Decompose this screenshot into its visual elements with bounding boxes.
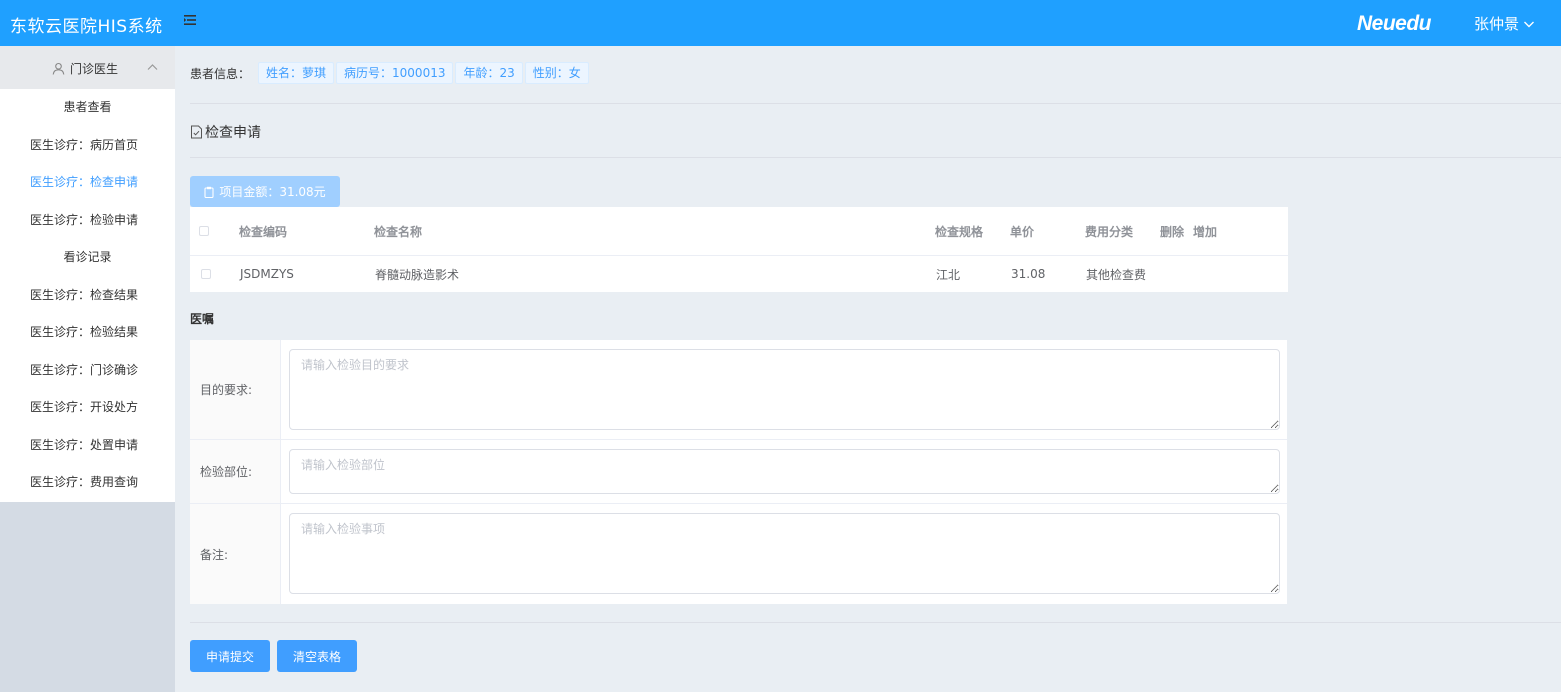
delete-link[interactable]: 删除	[1160, 207, 1184, 255]
notes-label: 备注:	[190, 504, 281, 604]
sidebar-item[interactable]: 医生诊疗：检查结果	[0, 277, 175, 315]
sidebar-item[interactable]: 医生诊疗：处置申请	[0, 427, 175, 465]
patient-record-tag: 病历号：1000013	[336, 62, 454, 84]
top-header: 东软云医院HIS系统 Neuedu 张仲景	[0, 0, 1561, 46]
advice-form: 目的要求: 检验部位: 备注:	[190, 340, 1287, 604]
sidebar-item[interactable]: 医生诊疗：检查申请	[0, 164, 175, 202]
user-name: 张仲景	[1474, 15, 1520, 33]
patient-info-label: 患者信息：	[190, 66, 251, 81]
sidebar-item[interactable]: 医生诊疗：开设处方	[0, 389, 175, 427]
clipboard-icon	[204, 186, 214, 198]
user-menu[interactable]: 张仲景	[1474, 13, 1535, 34]
col-header-fee-type: 费用分类	[1085, 224, 1134, 239]
main-content: 患者信息： 姓名：萝琪 病历号：1000013 年龄：23 性别：女 检查申请 …	[175, 46, 1561, 692]
document-check-icon	[191, 125, 202, 139]
site-row: 检验部位:	[190, 440, 1287, 504]
notes-row: 备注:	[190, 504, 1287, 604]
cell-fee-type: 其他检查费	[1086, 267, 1147, 282]
section-title: 检查申请	[190, 122, 261, 142]
sidebar-item[interactable]: 医生诊疗：门诊确诊	[0, 352, 175, 390]
menu-toggle-icon[interactable]	[183, 13, 197, 27]
add-link[interactable]: 增加	[1193, 207, 1217, 255]
cell-spec: 江北	[936, 267, 961, 282]
sidebar-item[interactable]: 看诊记录	[0, 239, 175, 277]
project-amount-label: 项目金额：31.08元	[219, 185, 326, 199]
sidebar-group-label: 门诊医生	[70, 62, 119, 76]
clear-table-button[interactable]: 清空表格	[277, 640, 357, 672]
col-header-code: 检查编码	[239, 224, 288, 239]
project-amount-button[interactable]: 项目金额：31.08元	[190, 176, 340, 207]
sidebar-menu: 患者查看 医生诊疗：病历首页 医生诊疗：检查申请 医生诊疗：检验申请 看诊记录 医生诊疗：…	[0, 89, 175, 502]
sidebar-item[interactable]: 医生诊疗：费用查询	[0, 464, 175, 502]
exam-table: 检查编码 检查名称 检查规格 单价 费用分类 删除 增加 JSDMZYS 脊髓动…	[190, 207, 1288, 292]
table-row: JSDMZYS 脊髓动脉造影术 江北 31.08 其他检查费	[190, 256, 1288, 292]
col-header-name: 检查名称	[374, 224, 423, 239]
app-title: 东软云医院HIS系统	[10, 17, 163, 37]
brand-logo: Neuedu	[1357, 12, 1432, 35]
purpose-label: 目的要求:	[190, 340, 281, 439]
sidebar-item[interactable]: 医生诊疗：检验申请	[0, 202, 175, 240]
cell-name: 脊髓动脉造影术	[375, 267, 460, 282]
site-textarea[interactable]	[289, 449, 1280, 494]
patient-name-tag: 姓名：萝琪	[258, 62, 335, 84]
cell-price: 31.08	[1011, 267, 1046, 281]
patient-age-tag: 年龄：23	[455, 62, 523, 84]
advice-title: 医嘱	[190, 312, 215, 326]
col-header-price: 单价	[1010, 224, 1035, 239]
purpose-textarea[interactable]	[289, 349, 1280, 430]
patient-gender-tag: 性别：女	[524, 62, 589, 84]
patient-info: 患者信息： 姓名：萝琪 病历号：1000013 年龄：23 性别：女	[190, 62, 589, 84]
divider	[190, 103, 1561, 104]
cell-code: JSDMZYS	[240, 267, 294, 281]
notes-textarea[interactable]	[289, 513, 1280, 594]
divider	[190, 622, 1561, 623]
sidebar-item[interactable]: 患者查看	[0, 89, 175, 127]
sidebar-item[interactable]: 医生诊疗：检验结果	[0, 314, 175, 352]
purpose-row: 目的要求:	[190, 340, 1287, 440]
user-icon	[52, 62, 65, 75]
site-label: 检验部位:	[190, 440, 281, 503]
col-header-spec: 检查规格	[935, 224, 984, 239]
row-checkbox[interactable]	[201, 269, 211, 279]
select-all-checkbox[interactable]	[199, 226, 209, 236]
chevron-up-icon	[147, 64, 158, 70]
section-title-text: 检查申请	[205, 125, 261, 141]
sidebar: 门诊医生 患者查看 医生诊疗：病历首页 医生诊疗：检查申请 医生诊疗：检验申请 看诊记录…	[0, 46, 175, 692]
table-header-row: 检查编码 检查名称 检查规格 单价 费用分类 删除 增加	[190, 207, 1288, 256]
sidebar-group-outpatient[interactable]: 门诊医生	[0, 46, 175, 89]
divider	[190, 157, 1561, 158]
sidebar-item[interactable]: 医生诊疗：病历首页	[0, 127, 175, 165]
chevron-down-icon	[1524, 21, 1535, 27]
submit-button[interactable]: 申请提交	[190, 640, 270, 672]
